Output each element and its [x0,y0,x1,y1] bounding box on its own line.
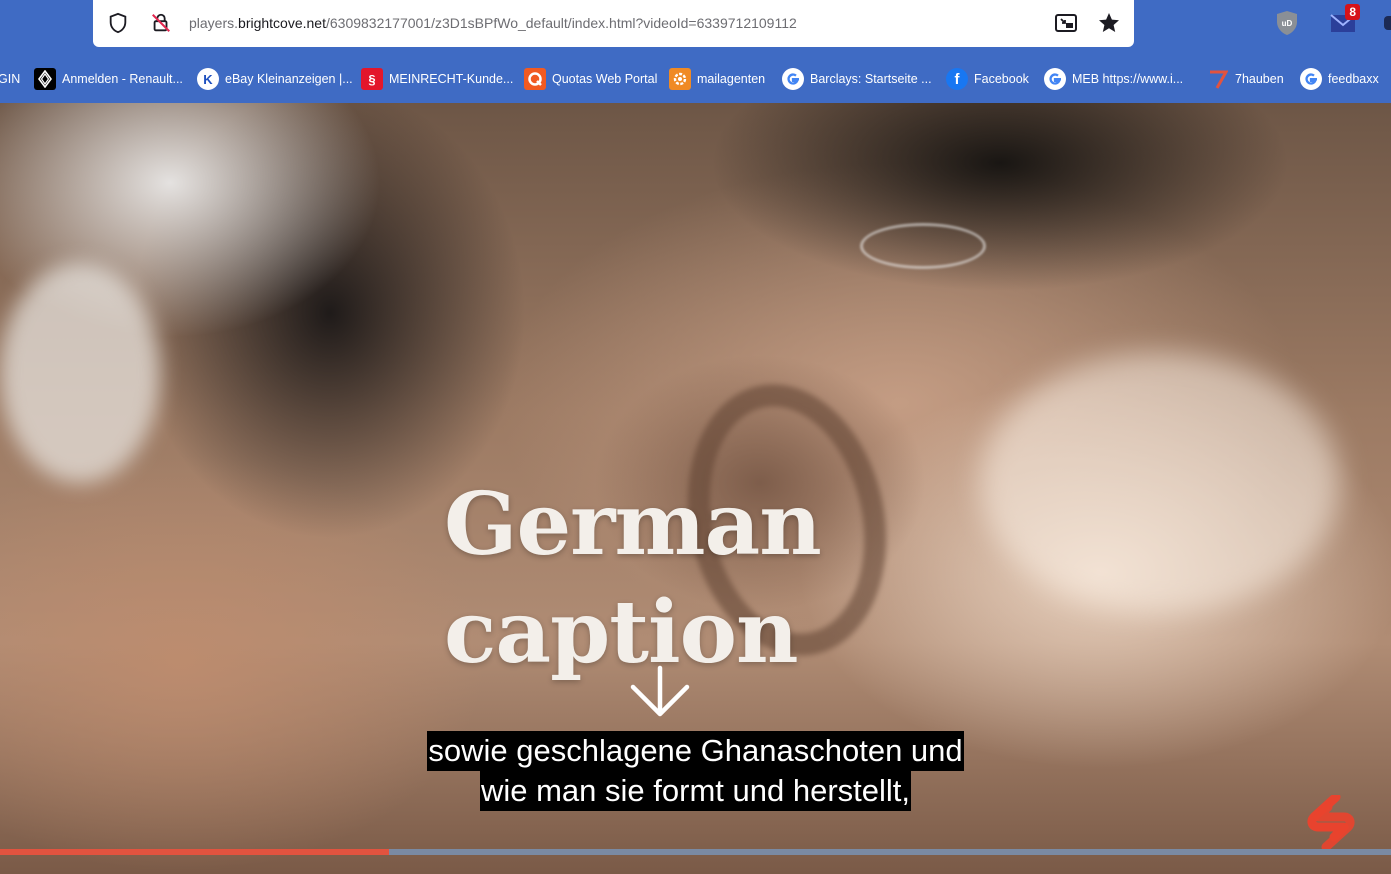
bookmark-label: feedbaxx [1328,72,1379,86]
renault-logo-icon [34,68,56,90]
bookmark-label: mailagenten [697,72,766,86]
progress-bar[interactable] [0,849,1391,855]
bookmark-item[interactable]: mailagenten [669,66,765,92]
browser-toolbar: players.brightcove.net/6309832177001/z3D… [0,0,1391,103]
bookmark-item[interactable]: f Facebook [946,66,1029,92]
bookmark-label: eBay Kleinanzeigen |... [225,72,353,86]
bookmark-item[interactable]: GIN [0,66,20,92]
bookmark-label: 7hauben [1235,72,1284,86]
google-icon [782,68,804,90]
bookmark-item[interactable]: K eBay Kleinanzeigen |... [197,66,353,92]
bookmark-item[interactable]: Barclays: Startseite ... [782,66,932,92]
bookmark-label: Barclays: Startseite ... [810,72,932,86]
bookmark-label: MEB https://www.i... [1072,72,1184,86]
subtitle-area: sowie geschlagene Ghanaschoten und wie m… [0,731,1391,811]
brand-logo-icon [1307,795,1355,849]
bowl-rim [0,263,160,483]
url-path: /6309832177001/z3D1sBPfWo_default/index.… [325,15,797,31]
quotas-icon [524,68,546,90]
bookmark-label: Facebook [974,72,1029,86]
url-prefix: players. [189,15,239,31]
arrow-down-icon [630,665,690,717]
address-bar[interactable]: players.brightcove.net/6309832177001/z3D… [93,0,1134,47]
google-icon [1300,68,1322,90]
mousse-highlight [980,353,1340,613]
title-line: German [444,474,822,575]
video-player[interactable]: German caption sowie geschlagene Ghanasc… [0,103,1391,874]
subtitle-line: wie man sie formt und herstellt, [479,771,911,811]
bookmark-item[interactable]: 7hauben [1207,66,1284,92]
bowl-bubbles [860,223,986,269]
bookmarks-toolbar: GIN Anmelden - Renault... K eBay Kleinan… [0,62,1391,98]
bookmark-item[interactable]: Quotas Web Portal [524,66,657,92]
bookmark-item[interactable]: § MEINRECHT-Kunde... [361,66,513,92]
bookmark-item[interactable]: feedbaxx [1300,66,1379,92]
progress-fill [0,849,390,855]
facebook-icon: f [946,68,968,90]
ublock-label: uD [1282,19,1293,28]
picture-in-picture-icon[interactable] [1053,10,1079,36]
url-text[interactable]: players.brightcove.net/6309832177001/z3D… [189,15,797,31]
google-icon [1044,68,1066,90]
bookmark-star-icon[interactable] [1096,10,1122,36]
ublock-icon[interactable]: uD [1272,8,1302,38]
ebay-k-icon: K [197,68,219,90]
paragraph-icon: § [361,68,383,90]
bookmark-label: GIN [0,72,21,86]
video-title-overlay: German caption [444,471,822,687]
mail-badge: 8 [1345,4,1360,20]
subtitle-line: sowie geschlagene Ghanaschoten und [427,731,964,771]
7hauben-icon [1207,68,1229,90]
shield-icon[interactable] [105,10,131,36]
bookmark-label: Anmelden - Renault... [62,72,183,86]
mail-icon[interactable]: 8 [1328,4,1360,38]
bookmark-item[interactable]: MEB https://www.i... [1044,66,1183,92]
bookmark-label: MEINRECHT-Kunde... [389,72,514,86]
url-domain: brightcove.net [238,15,326,31]
overflow-edge [1384,16,1391,30]
bookmark-label: Quotas Web Portal [552,72,658,86]
bookmark-item[interactable]: Anmelden - Renault... [34,66,183,92]
insecure-lock-icon[interactable] [148,10,174,36]
gear-orange-icon [669,68,691,90]
